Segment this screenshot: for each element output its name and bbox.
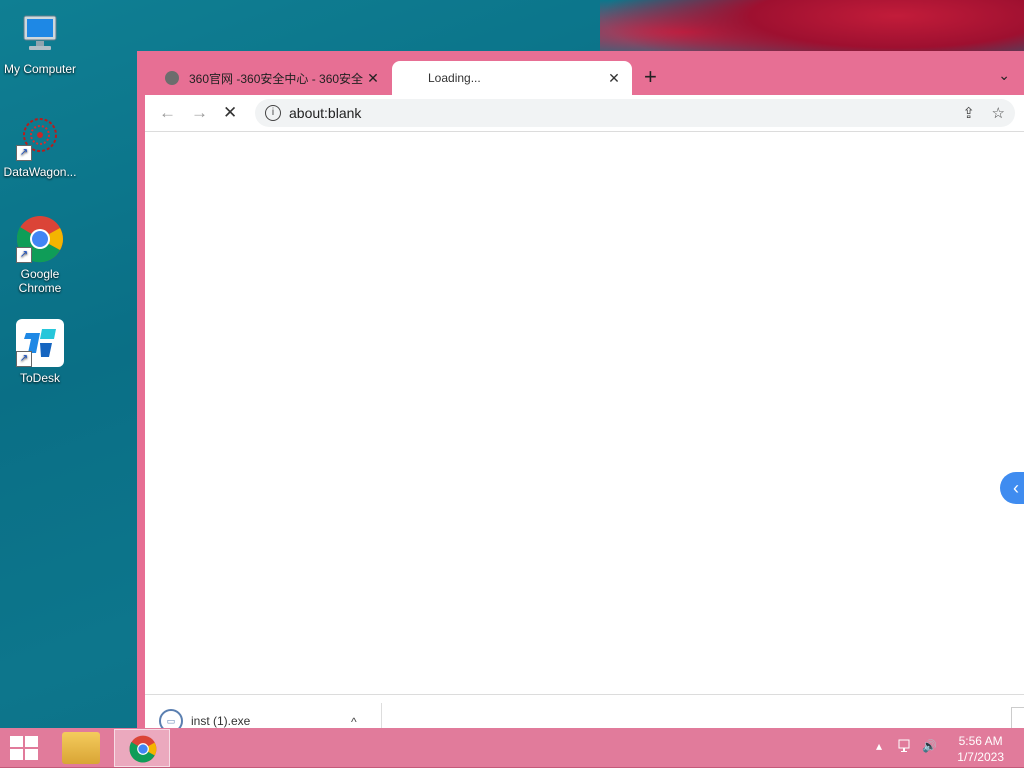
tab-loading[interactable]: Loading... ✕ [392,61,632,95]
show-hidden-icons-arrow-icon[interactable]: ▴ [876,739,882,753]
forward-button[interactable]: → [191,103,208,123]
clock-date: 1/7/2023 [957,750,1004,764]
desktop-icon-label: Google Chrome [18,267,62,295]
share-icon[interactable]: ⇪ [962,104,975,122]
info-icon[interactable]: i [265,105,281,121]
desktop-icon-todesk[interactable]: ↗ ToDesk [0,319,80,385]
new-tab-button[interactable]: + [644,65,657,89]
page-content[interactable] [145,132,1024,694]
back-button[interactable]: ← [159,103,176,123]
bookmark-star-icon[interactable]: ☆ [992,104,1005,122]
desktop-icon-google-chrome[interactable]: ↗ Google Chrome [0,215,80,295]
todesk-icon: ↗ [16,319,64,367]
shortcut-arrow-icon: ↗ [16,351,32,367]
shortcut-arrow-icon: ↗ [16,247,32,263]
shortcut-arrow-icon: ↗ [16,145,32,161]
computer-icon [16,10,64,58]
volume-icon[interactable]: 🔊 [922,739,937,753]
download-shelf: ▭ inst (1).exe ^ [145,694,1024,737]
chrome-icon [129,735,157,763]
download-filename: inst (1).exe [191,714,251,728]
network-icon[interactable] [898,739,914,756]
chrome-window: 360官网 -360安全中心 - 360安全 ✕ Loading... ✕ + … [137,51,1024,737]
desktop-icon-label: My Computer [3,62,77,76]
taskbar: ▴ 🔊 5:56 AM 1/7/2023 [0,728,1024,768]
address-bar[interactable]: i about:blank ⇪ ☆ [255,99,1015,127]
windows-start-icon[interactable] [10,736,38,760]
desktop-icon-label: DataWagon... [3,165,77,179]
desktop-icon-datawagon[interactable]: ↗ DataWagon... [0,113,80,179]
system-clock[interactable]: 5:56 AM 1/7/2023 [957,733,1004,765]
datawagon-icon: ↗ [16,113,64,161]
taskbar-chrome-button[interactable] [114,729,170,767]
tab-title: 360官网 -360安全中心 - 360安全 [189,71,364,86]
tab-close-button[interactable]: ✕ [365,70,381,87]
tab-title: Loading... [428,71,481,85]
download-options-chevron-icon[interactable]: ^ [351,715,357,729]
tab-search-chevron-icon[interactable]: ⌄ [998,67,1010,84]
side-panel-toggle-icon[interactable]: ‹ [1000,472,1024,504]
stop-button[interactable]: ✕ [223,103,237,123]
tab-360[interactable]: 360官网 -360安全中心 - 360安全 ✕ [155,61,391,95]
globe-icon [165,71,179,85]
url-text[interactable]: about:blank [289,105,361,121]
toolbar: ← → ✕ i about:blank ⇪ ☆ [145,95,1024,132]
desktop-icon-my-computer[interactable]: My Computer [0,10,80,76]
tab-strip: 360官网 -360安全中心 - 360安全 ✕ Loading... ✕ + … [137,51,1024,95]
tab-close-button[interactable]: ✕ [606,70,622,87]
chrome-icon: ↗ [16,215,64,263]
file-explorer-icon[interactable] [62,732,100,764]
desktop-icon-label: ToDesk [19,371,60,385]
clock-time: 5:56 AM [958,734,1003,748]
